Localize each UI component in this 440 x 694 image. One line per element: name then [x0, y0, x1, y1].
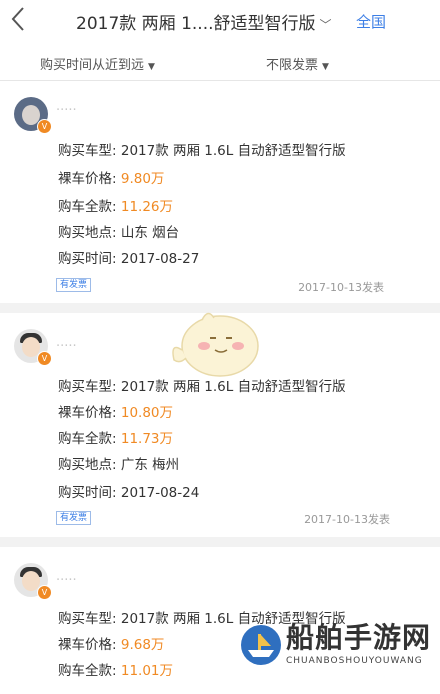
- caret-down-icon: ▼: [148, 62, 155, 72]
- total-row: 购车全款: 11.01万: [58, 663, 174, 679]
- username: ·····: [56, 103, 77, 118]
- vip-badge-icon: V: [37, 351, 52, 366]
- top-bar: 2017款 两厢 1....舒适型智行版 ﹀ 全国: [0, 0, 440, 42]
- watermark-subtitle: CHUANBOSHOUYOUWANG: [286, 656, 423, 666]
- invoice-filter[interactable]: 不限发票 ▼: [266, 54, 329, 73]
- watermark: 船舶手游网 CHUANBOSHOUYOUWANG: [236, 612, 440, 694]
- chevron-down-icon: ﹀: [319, 18, 332, 32]
- time-row: 购买时间: 2017-08-24: [58, 485, 200, 501]
- invoice-badge: 有发票: [56, 278, 92, 292]
- avatar: V: [14, 329, 52, 366]
- price-row: 裸车价格: 9.68万: [58, 637, 165, 653]
- price-row: 裸车价格: 9.80万: [58, 171, 165, 187]
- username: ·····: [56, 339, 77, 354]
- sort-filter[interactable]: 购买时间从近到远 ▼: [40, 54, 155, 73]
- place-row: 购买地点: 广东 梅州: [58, 457, 180, 473]
- place-row: 购买地点: 山东 烟台: [58, 225, 180, 241]
- vip-badge-icon: V: [37, 585, 52, 600]
- watermark-title: 船舶手游网: [286, 621, 432, 654]
- total-row: 购车全款: 11.26万: [58, 199, 174, 215]
- mascot-sticker-icon: [172, 312, 259, 377]
- invoice-badge: 有发票: [56, 511, 92, 525]
- page-title[interactable]: 2017款 两厢 1....舒适型智行版 ﹀: [76, 9, 332, 34]
- post-date: 2017-10-13发表: [304, 513, 390, 526]
- avatar: V: [14, 97, 52, 134]
- chevron-left-icon: [11, 7, 24, 31]
- username: ·····: [56, 573, 77, 588]
- caret-down-icon: ▼: [322, 62, 329, 72]
- vip-badge-icon: V: [37, 119, 52, 134]
- post-date: 2017-10-13发表: [298, 281, 384, 294]
- price-row: 裸车价格: 10.80万: [58, 405, 174, 421]
- avatar: V: [14, 563, 52, 600]
- ship-logo-icon: [241, 625, 281, 665]
- time-row: 购买时间: 2017-08-27: [58, 251, 200, 267]
- back-button[interactable]: [8, 4, 36, 36]
- list-item[interactable]: V ····· 购买车型: 2017款 两厢 1.6L 自动舒适型智行版 裸车价…: [0, 81, 440, 303]
- filter-bar: 购买时间从近到远 ▼ 不限发票 ▼: [0, 42, 440, 81]
- total-row: 购车全款: 11.73万: [58, 431, 174, 447]
- divider: [0, 537, 440, 547]
- city-selector[interactable]: 全国: [356, 11, 386, 32]
- model-row: 购买车型: 2017款 两厢 1.6L 自动舒适型智行版: [58, 143, 346, 159]
